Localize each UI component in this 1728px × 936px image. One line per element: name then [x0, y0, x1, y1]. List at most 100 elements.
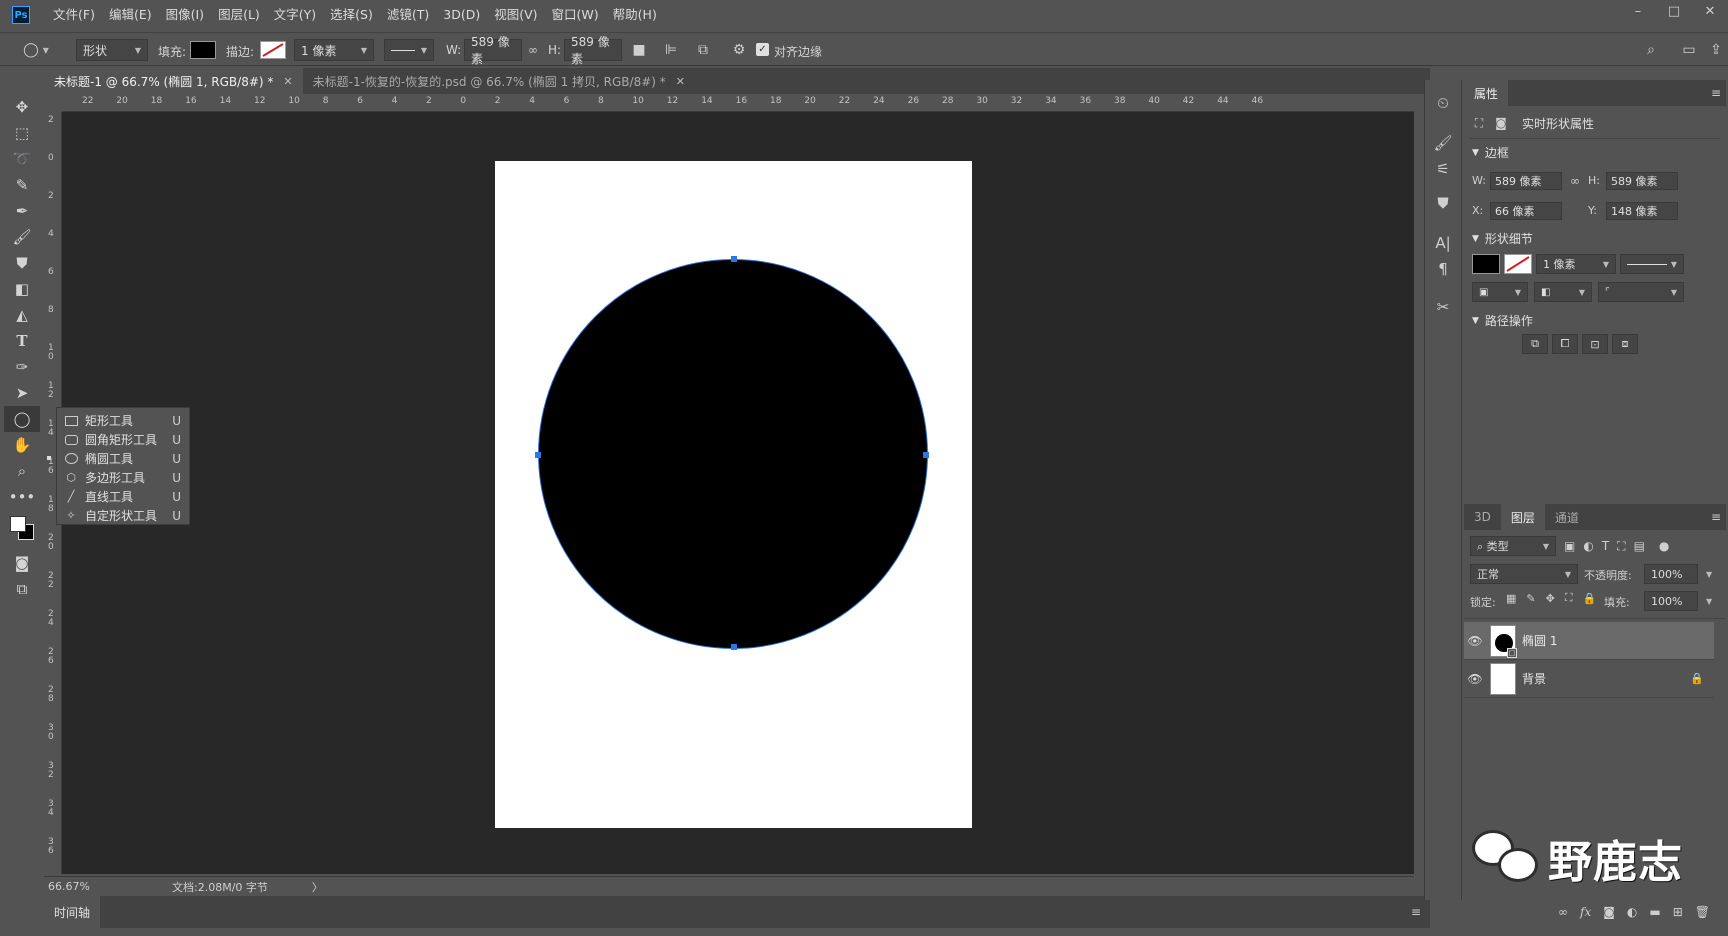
- tools-settings-icon[interactable]: ✂: [1425, 294, 1461, 320]
- path-arrangement-icon[interactable]: ⧉: [690, 39, 716, 61]
- anchor-point-left[interactable]: [535, 452, 541, 458]
- close-button[interactable]: ✕: [1692, 0, 1728, 22]
- link-layers-icon[interactable]: ∞: [1558, 905, 1568, 919]
- close-icon[interactable]: ✕: [283, 75, 292, 88]
- paragraph-icon[interactable]: ¶: [1425, 256, 1461, 282]
- anchor-point-right[interactable]: [923, 452, 929, 458]
- menu-3d[interactable]: 3D(D): [436, 0, 487, 30]
- menu-view[interactable]: 视图(V): [487, 0, 544, 30]
- fill-dropdown-icon[interactable]: ▼: [1706, 597, 1712, 606]
- tool-mode-select[interactable]: 形状 ▼: [76, 39, 148, 61]
- adjustment-layer-icon[interactable]: ◐: [1627, 905, 1637, 919]
- menu-window[interactable]: 窗口(W): [545, 0, 606, 30]
- hand-tool-icon[interactable]: ✋: [4, 432, 40, 458]
- workspace-icon[interactable]: ▭: [1674, 39, 1704, 61]
- align-edges-checkbox[interactable]: ✓: [756, 43, 769, 56]
- layer-filter-select[interactable]: ⌕ 类型 ▼: [1470, 536, 1556, 556]
- props-fill-swatch[interactable]: [1472, 254, 1500, 274]
- minimize-button[interactable]: –: [1620, 0, 1656, 22]
- lock-position-icon[interactable]: ✥: [1546, 592, 1555, 605]
- exclude-overlap-icon[interactable]: ⧈: [1612, 334, 1638, 354]
- lock-artboard-icon[interactable]: ⛶: [1565, 591, 1573, 605]
- type-filter-icon[interactable]: T: [1602, 539, 1609, 553]
- menu-type[interactable]: 文字(Y): [267, 0, 323, 30]
- path-operations-icon[interactable]: ■: [626, 39, 652, 61]
- status-menu-arrow[interactable]: 〉: [312, 879, 323, 895]
- tab-layers[interactable]: 图层: [1500, 504, 1545, 530]
- stroke-align-select[interactable]: ▣ ▼: [1472, 282, 1528, 302]
- flyout-item[interactable]: 圆角矩形工具 U: [57, 430, 189, 449]
- shape-details-section-header[interactable]: ▼ 形状细节: [1472, 230, 1533, 247]
- tab-channels[interactable]: 通道: [1545, 504, 1589, 530]
- menu-file[interactable]: 文件(F): [46, 0, 102, 30]
- color-swatches[interactable]: [4, 510, 40, 550]
- marquee-tool-icon[interactable]: ⬚: [4, 120, 40, 146]
- stroke-corners-select[interactable]: ⌜ ▼: [1598, 282, 1684, 302]
- quick-select-tool-icon[interactable]: ✎: [4, 172, 40, 198]
- width-input[interactable]: 589 像素: [464, 35, 522, 66]
- canvas-area[interactable]: [62, 112, 1414, 874]
- anchor-point-top[interactable]: [731, 256, 737, 262]
- combine-shapes-icon[interactable]: ⧉: [1522, 334, 1548, 354]
- height-input[interactable]: 589 像素: [564, 35, 622, 66]
- props-x-input[interactable]: 66 像素: [1490, 202, 1562, 220]
- panel-menu-icon[interactable]: ≡: [1706, 510, 1726, 524]
- props-stroke-swatch[interactable]: [1504, 254, 1532, 274]
- panel-menu-icon[interactable]: ≡: [1706, 86, 1726, 100]
- group-folder-icon[interactable]: ▬: [1649, 905, 1660, 919]
- props-width-input[interactable]: 589 像素: [1490, 172, 1562, 190]
- lock-pixels-icon[interactable]: ✎: [1526, 592, 1535, 605]
- menu-edit[interactable]: 编辑(E): [102, 0, 159, 30]
- mask-icon[interactable]: ◙: [1492, 116, 1510, 130]
- adjustments-icon[interactable]: ⚟: [1425, 156, 1461, 182]
- layer-name[interactable]: 背景: [1522, 670, 1546, 687]
- add-mask-icon[interactable]: ◙: [1603, 905, 1615, 919]
- visibility-eye-icon[interactable]: 👁: [1464, 634, 1486, 648]
- subtract-shape-icon[interactable]: ⧠: [1552, 334, 1578, 354]
- bounds-section-header[interactable]: ▼ 边框: [1472, 144, 1509, 161]
- filter-toggle-icon[interactable]: ●: [1659, 539, 1669, 553]
- maximize-button[interactable]: □: [1656, 0, 1692, 22]
- lock-transparent-icon[interactable]: ▦: [1506, 592, 1516, 605]
- fx-icon[interactable]: fx: [1580, 905, 1591, 919]
- link-icon[interactable]: ∞: [524, 41, 542, 59]
- new-layer-icon[interactable]: ⊞: [1673, 905, 1683, 919]
- layer-name[interactable]: 椭圆 1: [1522, 632, 1557, 649]
- ellipse-shape[interactable]: [535, 256, 929, 650]
- flyout-item[interactable]: 矩形工具 U: [57, 411, 189, 430]
- adjustment-filter-icon[interactable]: ◐: [1583, 539, 1593, 553]
- ellipse-tool-icon[interactable]: ◯: [4, 406, 40, 432]
- path-ops-section-header[interactable]: ▼ 路径操作: [1472, 312, 1533, 329]
- clone-source-icon[interactable]: ⛊: [1425, 190, 1461, 216]
- menu-help[interactable]: 帮助(H): [606, 0, 664, 30]
- tab-3d[interactable]: 3D: [1464, 504, 1501, 530]
- tab-document-1[interactable]: 未标题-1 @ 66.7% (椭圆 1, RGB/8#) * ✕: [44, 68, 303, 94]
- anchor-point-bottom[interactable]: [731, 644, 737, 650]
- search-icon[interactable]: ⌕: [1640, 39, 1662, 61]
- menu-layer[interactable]: 图层(L): [211, 0, 267, 30]
- brush-settings-icon[interactable]: 🖌: [1425, 130, 1461, 156]
- pen-tool-icon[interactable]: ✑: [4, 354, 40, 380]
- screen-mode-icon[interactable]: ⧉: [4, 576, 40, 602]
- foreground-color-swatch[interactable]: [10, 516, 26, 532]
- menu-filter[interactable]: 滤镜(T): [380, 0, 436, 30]
- shape-filter-icon[interactable]: ⛶: [1617, 539, 1625, 554]
- flyout-item[interactable]: ╱ 直线工具 U: [57, 487, 189, 506]
- props-y-input[interactable]: 148 像素: [1606, 202, 1678, 220]
- more-tools-icon[interactable]: •••: [4, 484, 40, 510]
- lock-icon[interactable]: 🔒: [1690, 672, 1704, 685]
- eraser-tool-icon[interactable]: ◧: [4, 276, 40, 302]
- props-stroke-width-input[interactable]: 1 像素 ▼: [1536, 254, 1616, 274]
- flyout-item[interactable]: ⬡ 多边形工具 U: [57, 468, 189, 487]
- zoom-tool-icon[interactable]: ⌕: [4, 458, 40, 484]
- layer-row-ellipse[interactable]: 👁 □ 椭圆 1: [1464, 622, 1714, 660]
- lock-all-icon[interactable]: 🔒: [1583, 592, 1597, 605]
- lasso-tool-icon[interactable]: ➰: [4, 146, 40, 172]
- flyout-item[interactable]: ✧ 自定形状工具 U: [57, 506, 189, 525]
- eyedropper-tool-icon[interactable]: ✒: [4, 198, 40, 224]
- trash-icon[interactable]: 🗑: [1695, 905, 1710, 919]
- menu-select[interactable]: 选择(S): [323, 0, 380, 30]
- smart-object-filter-icon[interactable]: ▤: [1634, 539, 1645, 553]
- opacity-dropdown-icon[interactable]: ▼: [1706, 570, 1712, 579]
- fill-swatch[interactable]: [190, 41, 216, 59]
